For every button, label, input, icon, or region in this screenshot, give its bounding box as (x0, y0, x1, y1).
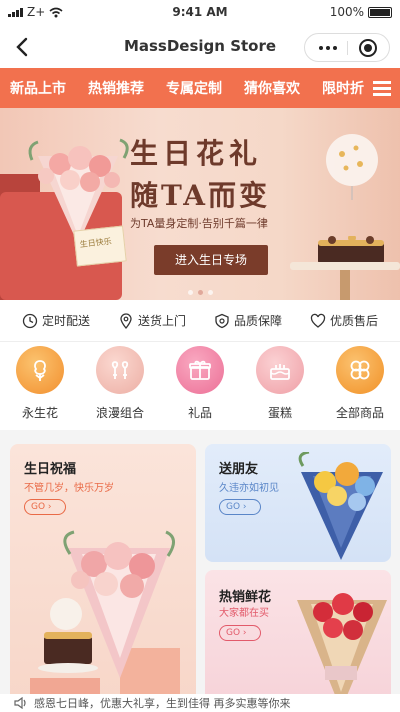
status-bar: Z+ 9:41 AM 100% (0, 0, 400, 26)
go-label: GO (226, 628, 241, 638)
speaker-icon (14, 697, 26, 709)
mini-program-capsule (304, 33, 390, 62)
category-grid: 永生花 浪漫组合 礼品 蛋糕 全部商品 (0, 342, 400, 430)
carousel-dot[interactable] (187, 290, 193, 295)
promo-subtitle: 大家都在买 (219, 608, 269, 619)
more-options-icon[interactable] (319, 46, 337, 50)
category-label: 永生花 (21, 406, 58, 420)
feature-label: 定时配送 (41, 314, 90, 328)
promo-subtitle: 不管几岁，快乐万岁 (24, 483, 114, 494)
promo-title: 送朋友 (219, 462, 259, 477)
feature-label: 送货上门 (137, 314, 186, 328)
banner-cta-button[interactable]: 进入生日专场 (154, 245, 268, 275)
category-gift[interactable]: 礼品 (165, 346, 235, 430)
feature-label: 品质保障 (233, 314, 282, 328)
notice-bar[interactable]: 感恩七日峰，优惠大礼享，生到佳得 再多实惠等你来 (0, 694, 400, 712)
hero-banner[interactable]: 生日快乐 生日花礼 随TA而变 为TA量身定制·告别千篇一律 进入生日专场 (0, 108, 400, 300)
category-label: 浪漫组合 (95, 406, 144, 420)
promo-card-birthday[interactable]: 生日祝福 不管几岁，快乐万岁 GO › (10, 444, 196, 712)
service-features: 定时配送 送货上门 品质保障 优质售后 (0, 300, 400, 342)
rose-icon (16, 346, 64, 394)
status-right: 100% (330, 5, 392, 19)
clover-icon (336, 346, 384, 394)
shield-icon (215, 313, 229, 328)
feature-timed-delivery: 定时配送 (22, 312, 90, 329)
menu-icon[interactable] (364, 68, 400, 108)
feature-home-delivery: 送货上门 (118, 312, 186, 329)
promo-go-button[interactable]: GO › (219, 499, 261, 515)
promo-subtitle: 久违亦如初见 (219, 483, 279, 494)
promo-go-button[interactable]: GO › (219, 625, 261, 641)
tab-custom[interactable]: 专属定制 (155, 78, 233, 98)
banner-subtitle: 为TA量身定制·告别千篇一律 (130, 217, 268, 230)
location-icon (120, 312, 132, 329)
category-label: 蛋糕 (267, 406, 292, 420)
category-romantic-combo[interactable]: 浪漫组合 (85, 346, 155, 430)
promo-title: 热销鲜花 (219, 590, 272, 605)
clock-icon (22, 313, 38, 328)
category-tabs: 新品上市 热销推荐 专属定制 猜你喜欢 限时折 (0, 68, 400, 108)
go-label: GO (226, 502, 241, 512)
red-rose-bouquet-illustration (297, 593, 387, 710)
blue-bouquet-illustration (298, 452, 383, 560)
tab-you-may-like[interactable]: 猜你喜欢 (233, 78, 311, 98)
promo-card-friends[interactable]: 送朋友 久违亦如初见 GO › (205, 444, 391, 562)
heart-icon (310, 313, 326, 328)
feature-after-sales: 优质售后 (310, 312, 378, 329)
promo-card-hot-flowers[interactable]: 热销鲜花 大家都在买 GO › (205, 570, 391, 712)
gift-icon (176, 346, 224, 394)
promo-go-button[interactable]: GO › (24, 499, 66, 515)
battery-icon (368, 6, 392, 18)
tab-new-arrivals[interactable]: 新品上市 (0, 78, 77, 98)
category-all-products[interactable]: 全部商品 (325, 346, 395, 430)
carousel-dot-active[interactable] (197, 290, 203, 295)
balloon-illustration (326, 134, 378, 200)
carousel-indicator (0, 290, 400, 295)
cake-icon (256, 346, 304, 394)
close-target-icon[interactable] (359, 39, 377, 57)
navigation-bar: MassDesign Store (0, 26, 400, 68)
couple-icon (96, 346, 144, 394)
category-label: 礼品 (187, 406, 212, 420)
tab-hot-recommend[interactable]: 热销推荐 (77, 78, 155, 98)
banner-title-line2: 随TA而变 (130, 179, 271, 212)
birthday-bouquet-illustration (30, 530, 180, 712)
capsule-divider (347, 41, 348, 55)
category-cake[interactable]: 蛋糕 (245, 346, 315, 430)
birthday-card-illustration: 生日快乐 (73, 225, 127, 267)
banner-title-line1: 生日花礼 (130, 137, 263, 170)
promo-title: 生日祝福 (24, 462, 77, 477)
notice-text: 感恩七日峰，优惠大礼享，生到佳得 再多实惠等你来 (34, 697, 291, 710)
feature-label: 优质售后 (329, 314, 378, 328)
carousel-dot[interactable] (207, 290, 213, 295)
go-label: GO (31, 502, 46, 512)
category-label: 全部商品 (335, 406, 384, 420)
feature-quality: 品质保障 (214, 312, 282, 329)
battery-label: 100% (329, 5, 364, 19)
category-preserved-flower[interactable]: 永生花 (5, 346, 75, 430)
